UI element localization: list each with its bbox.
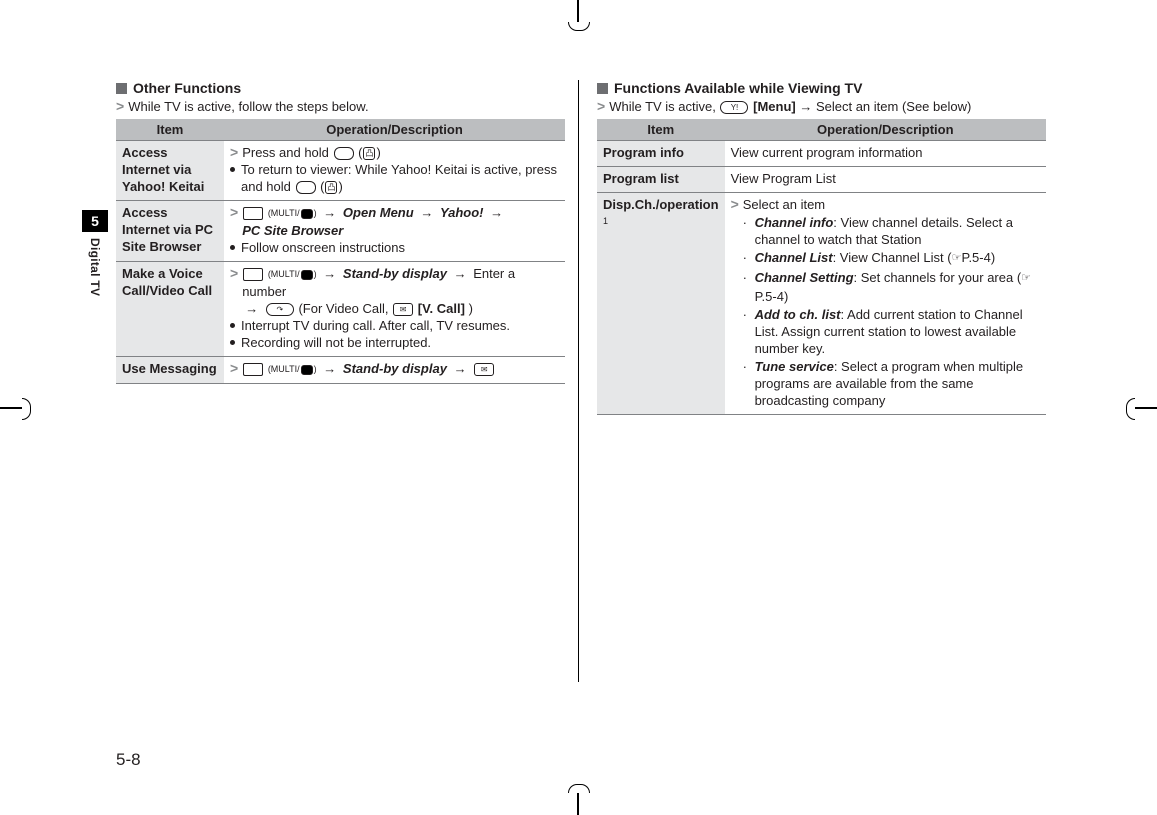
call-key-icon: ↷ <box>266 303 294 316</box>
intro-text: While TV is active, follow the steps bel… <box>128 98 368 115</box>
chevron-icon: > <box>230 360 238 377</box>
header-op: Operation/Description <box>725 119 1046 141</box>
header-op: Operation/Description <box>224 119 565 141</box>
content: Other Functions > While TV is active, fo… <box>116 80 1046 415</box>
crop-mark-left <box>0 398 40 418</box>
op-body: (MULTI/) → Stand-by display → ✉ <box>242 360 559 378</box>
intro-step-right: > While TV is active, Y! [Menu] → Select… <box>597 98 1046 115</box>
section-heading-left: Other Functions <box>116 80 565 96</box>
table-header-row: Item Operation/Description <box>116 119 565 141</box>
intro-text: While TV is active, Y! [Menu] → Select a… <box>609 98 971 115</box>
item-cell: Access Internet via PC Site Browser <box>116 201 224 262</box>
chapter-label: Digital TV <box>88 238 102 296</box>
bullet-icon <box>230 245 235 250</box>
item-cell: Access Internet via Yahoo! Keitai <box>116 141 224 201</box>
bullet-icon <box>230 340 235 345</box>
table-row: Program list View Program List <box>597 167 1046 193</box>
key-icon <box>334 147 354 160</box>
key-inner-icon: 凸 <box>363 147 375 160</box>
chevron-icon: > <box>597 98 605 115</box>
key-small-icon <box>301 365 313 375</box>
item-cell: Make a Voice Call/Video Call <box>116 262 224 357</box>
table-header-row: Item Operation/Description <box>597 119 1046 141</box>
square-bullet-icon <box>597 83 608 94</box>
note-text: To return to viewer: While Yahoo! Keitai… <box>241 161 559 195</box>
multi-label: (MULTI/) <box>268 208 317 218</box>
list-item: Add to ch. list: Add current station to … <box>743 306 1040 357</box>
hand-pointer-icon: ☞ <box>1021 270 1031 287</box>
header-item: Item <box>116 119 224 141</box>
sublist: Channel info: View channel details. Sele… <box>731 214 1040 409</box>
op-cell: > Press and hold (凸) To return to viewer… <box>224 141 565 201</box>
table-row: Disp.Ch./operation 1 > Select an item Ch… <box>597 193 1046 415</box>
heading-text: Functions Available while Viewing TV <box>614 80 862 96</box>
table-row: Make a Voice Call/Video Call > (MULTI/) … <box>116 262 565 357</box>
table-row: Use Messaging > (MULTI/) → Stand-by disp… <box>116 357 565 384</box>
intro-step-left: > While TV is active, follow the steps b… <box>116 98 565 115</box>
op-cell: View Program List <box>725 167 1046 193</box>
multi-label: (MULTI/) <box>268 364 317 374</box>
crop-mark-bottom <box>568 785 588 815</box>
op-body: Press and hold (凸) <box>242 144 559 161</box>
op-cell: > (MULTI/) → Stand-by display → Enter a … <box>224 262 565 357</box>
list-item: Channel info: View channel details. Sele… <box>743 214 1040 248</box>
chevron-icon: > <box>731 196 739 213</box>
square-bullet-icon <box>116 83 127 94</box>
heading-text: Other Functions <box>133 80 241 96</box>
key-icon <box>296 181 316 194</box>
key-inner-icon: 凸 <box>325 181 337 194</box>
mail-key-icon: ✉ <box>393 303 413 316</box>
op-cell: > Select an item Channel info: View chan… <box>725 193 1046 415</box>
chevron-icon: > <box>116 98 124 115</box>
operations-table-left: Item Operation/Description Access Intern… <box>116 119 565 384</box>
page: 5 Digital TV Other Functions > While TV … <box>0 0 1157 815</box>
section-heading-right: Functions Available while Viewing TV <box>597 80 1046 96</box>
item-cell: Program list <box>597 167 725 193</box>
key-icon <box>243 268 263 281</box>
op-body: (MULTI/) → Stand-by display → Enter a nu… <box>242 265 559 317</box>
list-item: Tune service: Select a program when mult… <box>743 358 1040 409</box>
note-text: Recording will not be interrupted. <box>241 334 431 351</box>
crop-mark-right <box>1117 398 1157 418</box>
y-key-icon: Y! <box>720 101 748 114</box>
right-column: Functions Available while Viewing TV > W… <box>597 80 1046 415</box>
key-icon <box>243 207 263 220</box>
table-row: Access Internet via Yahoo! Keitai > Pres… <box>116 141 565 201</box>
hand-pointer-icon: ☞ <box>952 250 962 267</box>
op-body: (MULTI/) → Open Menu → Yahoo! → PC Site … <box>242 204 559 239</box>
item-cell: Program info <box>597 141 725 167</box>
multi-label: (MULTI/) <box>268 269 317 279</box>
chapter-number: 5 <box>82 210 108 232</box>
list-item: Channel List: View Channel List (☞P.5-4) <box>743 249 1040 268</box>
operations-table-right: Item Operation/Description Program info … <box>597 119 1046 415</box>
note-text: Interrupt TV during call. After call, TV… <box>241 317 510 334</box>
op-cell: View current program information <box>725 141 1046 167</box>
item-cell: Disp.Ch./operation 1 <box>597 193 725 415</box>
op-cell: > (MULTI/) → Open Menu → Yahoo! → PC Sit… <box>224 201 565 262</box>
key-small-icon <box>301 270 313 280</box>
note-text: Follow onscreen instructions <box>241 239 405 256</box>
key-small-icon <box>301 209 313 219</box>
header-item: Item <box>597 119 725 141</box>
chevron-icon: > <box>230 204 238 221</box>
item-cell: Use Messaging <box>116 357 224 384</box>
left-column: Other Functions > While TV is active, fo… <box>116 80 565 415</box>
key-icon <box>243 363 263 376</box>
table-row: Program info View current program inform… <box>597 141 1046 167</box>
chevron-icon: > <box>230 144 238 161</box>
page-number: 5-8 <box>116 750 141 770</box>
bullet-icon <box>230 167 235 172</box>
chevron-icon: > <box>230 265 238 282</box>
bullet-icon <box>230 323 235 328</box>
mail-key-icon: ✉ <box>474 363 494 376</box>
table-row: Access Internet via PC Site Browser > (M… <box>116 201 565 262</box>
op-cell: > (MULTI/) → Stand-by display → ✉ <box>224 357 565 384</box>
side-tab: 5 Digital TV <box>82 210 108 296</box>
crop-mark-top <box>568 0 588 30</box>
list-item: Channel Setting: Set channels for your a… <box>743 269 1040 305</box>
